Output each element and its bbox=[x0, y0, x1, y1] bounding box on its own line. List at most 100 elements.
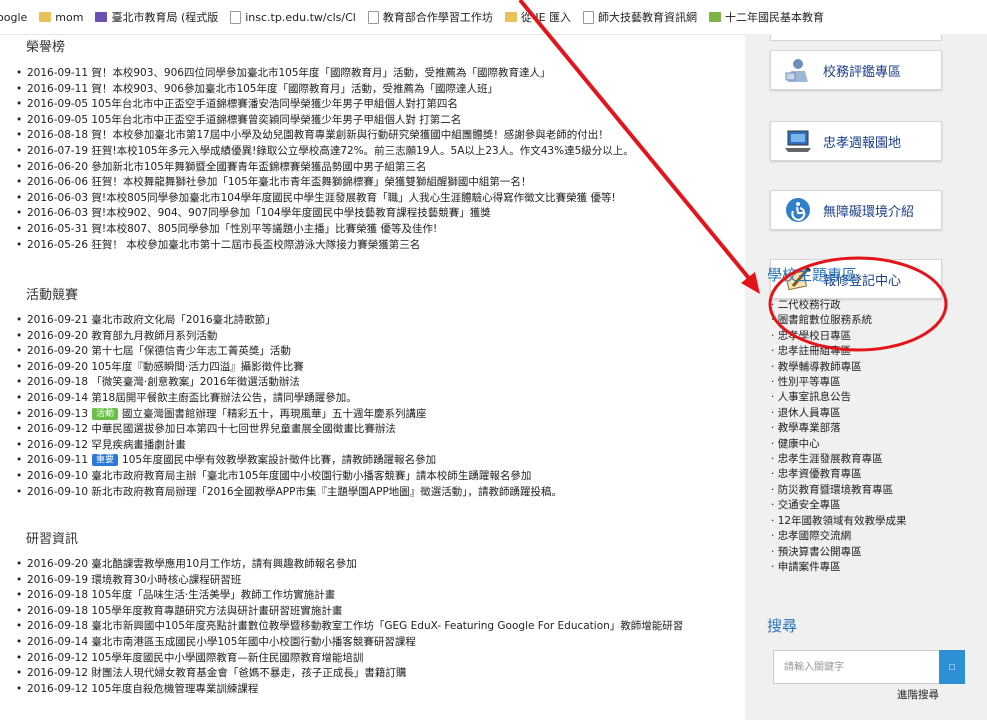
bookmark-label: 十二年國民基本教育 bbox=[725, 11, 825, 24]
honor-item[interactable]: 2016-08-18 賀！本校參加臺北市第17屆中小學及幼兒園教育專業創新與行動… bbox=[14, 128, 742, 144]
topic-item[interactable]: 圖書館數位服務系統 bbox=[771, 313, 907, 328]
event-item[interactable]: 2016-09-12 中華民國選拔參加日本第四十七回世界兒童畫展全國徵畫比賽辦法 bbox=[14, 422, 742, 438]
event-item[interactable]: 2016-09-20 105年度『動感瞬間‧活力四溢』攝影徵件比賽 bbox=[14, 360, 742, 376]
event-date: 2016-09-11 bbox=[27, 454, 89, 467]
bookmark-google[interactable]: oogle bbox=[0, 11, 27, 24]
research-item[interactable]: 2016-09-18 臺北市新興國中105年度亮點計畫數位教學暨移動教室工作坊「… bbox=[14, 619, 717, 635]
main-content: 榮譽榜 2016-09-11 賀！本校903、906四位同學參加臺北市105年度… bbox=[0, 34, 745, 720]
topic-item[interactable]: 忠孝學校日專區 bbox=[771, 329, 907, 344]
accessibility-button[interactable]: 無障礙環境介紹 bbox=[770, 190, 942, 230]
topic-item[interactable]: 防災教育暨環境教育專區 bbox=[771, 483, 907, 498]
research-list: 2016-09-20 臺北酷課雲教學應用10月工作坊，請有興趣教師報名參加 20… bbox=[14, 557, 742, 697]
events-section-title: 活動競賽 bbox=[26, 288, 79, 303]
school-evaluation-button[interactable]: 校務評鑑專區 bbox=[770, 50, 942, 90]
event-item[interactable]: 2016-09-20 第十七屆「保德信青少年志工菁英獎」活動 bbox=[14, 344, 742, 360]
topic-item[interactable]: 教學輔導教師專區 bbox=[771, 360, 907, 375]
event-item[interactable]: 2016-09-13活動國立臺灣圖書館辦理「精彩五十，再現風華」五十週年慶系列講… bbox=[14, 407, 742, 423]
important-tag: 重要 bbox=[92, 454, 119, 467]
bookmark-label: 從 IE 匯入 bbox=[520, 11, 572, 24]
sidebar: 校務評鑑專區 忠孝週報園地 無障礙環境介紹 報修登記中心 學校主題專區 二代校務… bbox=[745, 34, 987, 720]
topic-item[interactable]: 教學專業部落 bbox=[771, 421, 907, 436]
leaf-icon bbox=[709, 12, 722, 22]
honor-section-title: 榮譽榜 bbox=[26, 40, 66, 55]
bookmark-label: 臺北市教育局 (程式版 bbox=[111, 11, 219, 24]
honor-item[interactable]: 2016-06-03 賀!本校805同學參加臺北市104學年度國民中學生涯發展教… bbox=[14, 191, 742, 207]
event-item[interactable]: 2016-09-12 罕見疾病畫播劇計畫 bbox=[14, 438, 742, 454]
bookmark-label: oogle bbox=[0, 10, 28, 24]
laptop-icon bbox=[783, 127, 813, 155]
research-item[interactable]: 2016-09-12 105學年度國民中小學國際教育—新住民國際教育增能培訓 bbox=[14, 651, 742, 667]
event-date: 2016-09-13 bbox=[27, 407, 89, 420]
topic-item[interactable]: 忠孝生涯發展教育專區 bbox=[771, 452, 907, 467]
bookmark-coop-learning[interactable]: 教育部合作學習工作坊 bbox=[367, 9, 493, 25]
bookmark-ntnu-skills[interactable]: 師大技藝教育資訊網 bbox=[583, 9, 697, 25]
folder-icon bbox=[504, 12, 517, 22]
search-input[interactable] bbox=[773, 650, 939, 684]
honor-item[interactable]: 2016-09-11 賀！本校903、906四位同學參加臺北市105年度「國際教… bbox=[14, 66, 742, 82]
button-label: 忠孝週報園地 bbox=[823, 135, 902, 151]
event-item[interactable]: 2016-09-18 「微笑臺灣‧創意教案」2016年徵選活動辦法 bbox=[14, 375, 742, 391]
page-icon bbox=[583, 10, 595, 24]
topics-heading: 學校主題專區 bbox=[767, 266, 858, 284]
search-heading: 搜尋 bbox=[767, 617, 798, 635]
accessibility-icon bbox=[783, 196, 813, 224]
topic-item[interactable]: 交通安全專區 bbox=[771, 498, 907, 513]
topic-item[interactable]: 二代校務行政 bbox=[771, 298, 907, 313]
event-item[interactable]: 2016-09-10 臺北市政府教育局主辦「臺北市105年度國中小校園行動小播客… bbox=[14, 469, 742, 485]
honor-item[interactable]: 2016-05-31 賀!本校807、805同學參加「性別平等議題小主播」比賽榮… bbox=[14, 222, 742, 238]
page-icon bbox=[230, 10, 242, 24]
events-list: 2016-09-21 臺北市政府文化局「2016臺北詩歌節」 2016-09-2… bbox=[14, 313, 742, 500]
event-item[interactable]: 2016-09-10 新北市政府教育局辦理「2016全國教學APP市集『主題學園… bbox=[14, 485, 742, 501]
event-item[interactable]: 2016-09-20 教育部九月教師月系列活動 bbox=[14, 329, 742, 345]
topic-item[interactable]: 性別平等專區 bbox=[771, 375, 907, 390]
topic-item[interactable]: 退休人員專區 bbox=[771, 406, 907, 421]
search-icon: □ bbox=[948, 661, 956, 673]
book-icon bbox=[95, 12, 108, 22]
bookmarks-bar: oogle mom 臺北市教育局 (程式版 insc.tp.edu.tw/cls… bbox=[0, 0, 987, 35]
topic-item[interactable]: 申請案件專區 bbox=[771, 560, 907, 575]
sidebar-button-partial bbox=[770, 34, 942, 41]
page-icon bbox=[367, 10, 379, 24]
bookmark-insc[interactable]: insc.tp.edu.tw/cls/Cl bbox=[230, 10, 356, 24]
honor-item[interactable]: 2016-07-19 狂賀!本校105年多元入學成績優異!錄取公立學校高達72%… bbox=[14, 144, 742, 160]
honor-item[interactable]: 2016-06-20 參加新北市105年舞獅暨全國賽青年盃錦標賽榮獲品勢國中男子… bbox=[14, 160, 742, 176]
activity-tag: 活動 bbox=[92, 407, 119, 420]
topic-item[interactable]: 預決算書公開專區 bbox=[771, 545, 907, 560]
research-item[interactable]: 2016-09-19 環境教育30小時核心課程研習班 bbox=[14, 573, 742, 589]
bookmark-label: 教育部合作學習工作坊 bbox=[382, 11, 493, 24]
bookmark-mom[interactable]: mom bbox=[39, 11, 83, 24]
honor-item[interactable]: 2016-06-06 狂賀！本校舞龍舞獅社參加「105年臺北市青年盃舞獅錦標賽」… bbox=[14, 175, 742, 191]
advanced-search-link[interactable]: 進階搜尋 bbox=[897, 687, 939, 702]
topic-item[interactable]: 忠孝國際交流網 bbox=[771, 529, 907, 544]
bookmark-taipei-edu[interactable]: 臺北市教育局 (程式版 bbox=[95, 9, 218, 25]
honor-item[interactable]: 2016-09-11 賀！本校903、906參加臺北市105年度「國際教育月」活… bbox=[14, 82, 742, 98]
evaluation-icon bbox=[783, 56, 813, 84]
topic-item[interactable]: 人事室訊息公告 bbox=[771, 390, 907, 405]
honor-item[interactable]: 2016-05-26 狂賀！ 本校參加臺北市第十二屆市長盃校際游泳大隊接力賽榮獲… bbox=[14, 238, 742, 254]
event-text: 105年度國民中學有效教學教案設計徵件比賽，請教師踴躍報名參加 bbox=[122, 454, 437, 467]
research-item[interactable]: 2016-09-18 105年度「品味生活‧生活美學」教師工作坊實施計畫 bbox=[14, 588, 742, 604]
bookmark-12yr-edu[interactable]: 十二年國民基本教育 bbox=[709, 9, 824, 25]
research-item[interactable]: 2016-09-12 105年度自殺危機管理專業訓練課程 bbox=[14, 682, 742, 698]
honor-item[interactable]: 2016-09-05 105年台北市中正盃空手道錦標賽曾奕穎同學榮獲少年男子甲組… bbox=[14, 113, 742, 129]
research-item[interactable]: 2016-09-18 105學年度教育專題研究方法與研計畫研習班實施計畫 bbox=[14, 604, 742, 620]
topic-item[interactable]: 忠孝資優教育專區 bbox=[771, 467, 907, 482]
button-label: 校務評鑑專區 bbox=[823, 64, 902, 80]
topic-item[interactable]: 12年國教領域有效教學成果 bbox=[771, 514, 907, 529]
bookmark-ie-import[interactable]: 從 IE 匯入 bbox=[504, 9, 572, 25]
topic-item[interactable]: 健康中心 bbox=[771, 437, 907, 452]
research-item[interactable]: 2016-09-14 臺北市南港區玉成國民小學105年國中小校園行動小播客競賽研… bbox=[14, 635, 742, 651]
honor-item[interactable]: 2016-06-03 賀!本校902、904、907同學參加「104學年度國民中… bbox=[14, 206, 742, 222]
event-item[interactable]: 2016-09-14 第18屆開平餐飲主廚盃比賽辦法公告，請同學踴躍參加。 bbox=[14, 391, 742, 407]
topics-list: 二代校務行政 圖書館數位服務系統 忠孝學校日專區 忠孝註冊組專區 教學輔導教師專… bbox=[771, 298, 907, 575]
search-button[interactable]: □ bbox=[939, 650, 965, 684]
weekly-report-button[interactable]: 忠孝週報園地 bbox=[770, 121, 942, 161]
search-box: □ bbox=[773, 650, 975, 684]
research-item[interactable]: 2016-09-20 臺北酷課雲教學應用10月工作坊，請有興趣教師報名參加 bbox=[14, 557, 742, 573]
honor-item[interactable]: 2016-09-05 105年台北市中正盃空手道錦標賽潘安浩同學榮獲少年男子甲組… bbox=[14, 97, 742, 113]
button-label: 無障礙環境介紹 bbox=[823, 204, 915, 220]
event-item[interactable]: 2016-09-11重要105年度國民中學有效教學教案設計徵件比賽，請教師踴躍報… bbox=[14, 453, 742, 469]
topic-item[interactable]: 忠孝註冊組專區 bbox=[771, 344, 907, 359]
research-item[interactable]: 2016-09-12 財團法人現代婦女教育基金會「爸媽不暴走，孩子正成長」書籍訂… bbox=[14, 666, 742, 682]
event-item[interactable]: 2016-09-21 臺北市政府文化局「2016臺北詩歌節」 bbox=[14, 313, 742, 329]
